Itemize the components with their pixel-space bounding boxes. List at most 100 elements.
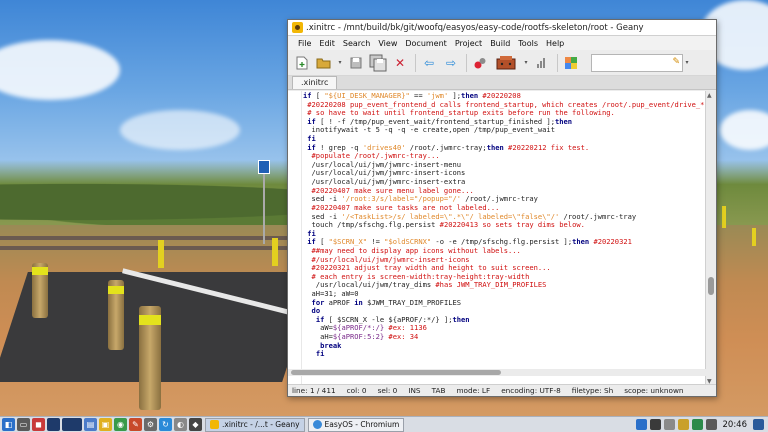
code-token: then (555, 117, 573, 126)
code-line[interactable]: aW=${aPROF/*:/} #ex: 1136 (303, 324, 707, 333)
code-line[interactable]: aH=31; aW=0 (303, 290, 707, 299)
forward-icon[interactable]: ⇨ (441, 53, 461, 73)
code-text[interactable]: if [ "${UI_DESK_MANAGER}" == 'jwm' ];the… (303, 92, 707, 359)
battery-icon[interactable] (691, 419, 703, 430)
scrollbar-thumb[interactable] (291, 370, 501, 375)
code-line[interactable]: #20220407 make sure tasks are not labele… (303, 204, 707, 213)
code-line[interactable]: # each entry is screen-width:tray-height… (303, 273, 707, 282)
save-icon[interactable] (346, 53, 366, 73)
toolbar-separator (415, 53, 416, 72)
keyboard-icon[interactable] (677, 419, 689, 430)
code-line[interactable]: if [ "$SCRN_X" != "$oldSCRNX" -o -e /tmp… (303, 238, 707, 247)
build-icon[interactable] (492, 53, 520, 73)
code-editor[interactable]: if [ "${UI_DESK_MANAGER}" == 'jwm' ];the… (288, 91, 707, 386)
compile-icon[interactable] (470, 53, 490, 73)
menu-file[interactable]: File (294, 39, 315, 48)
code-line[interactable]: /usr/local/ui/jwm/jwmrc-insert-extra (303, 178, 707, 187)
menu-project[interactable]: Project (451, 39, 486, 48)
code-token: #20220407 make sure menu label gone... (303, 186, 474, 195)
code-token: aH= (303, 333, 333, 342)
window-titlebar[interactable]: .xinitrc - /mnt/build/bk/git/woofq/easyo… (288, 20, 716, 36)
code-line[interactable]: if [ ! -f /tmp/pup_event_wait/frontend_s… (303, 118, 707, 127)
task-chromium[interactable]: EasyOS - Chromium (307, 417, 405, 432)
chevron-down-icon[interactable]: ▾ (336, 53, 344, 73)
code-line[interactable]: do (303, 307, 707, 316)
shutdown-icon[interactable] (753, 419, 764, 430)
file-manager-icon[interactable]: ▤ (84, 418, 97, 431)
code-line[interactable]: sed -i '/<TaskList>/s/ labeled=\".*\"/ l… (303, 213, 707, 222)
text-editor-icon[interactable]: ✎ (129, 418, 142, 431)
app-icon[interactable]: ◼ (32, 418, 45, 431)
close-icon[interactable]: ✕ (390, 53, 410, 73)
code-line[interactable]: /usr/local/ui/jwm/jwmrc-insert-menu (303, 161, 707, 170)
code-line[interactable]: fi (303, 350, 707, 359)
code-token: aW= (303, 324, 333, 333)
code-line[interactable]: #20220407 make sure menu label gone... (303, 187, 707, 196)
new-file-icon[interactable] (292, 53, 312, 73)
desktop-icon[interactable]: ▭ (17, 418, 30, 431)
code-line[interactable]: #20220208 pup_event_frontend_d calls fro… (303, 101, 707, 110)
task-geany[interactable]: .xinitrc - /...t - Geany (205, 417, 305, 432)
code-line[interactable]: #populate /root/.jwmrc-tray... (303, 152, 707, 161)
code-line[interactable]: if [ "${UI_DESK_MANAGER}" == 'jwm' ];the… (303, 92, 707, 101)
settings-icon[interactable]: ⚙ (144, 418, 157, 431)
code-line[interactable]: if ! grep -q 'drives40' /root/.jwmrc-tra… (303, 144, 707, 153)
fold-gutter[interactable] (288, 91, 302, 386)
save-all-icon[interactable] (368, 53, 388, 73)
search-input[interactable]: ✎ (591, 53, 683, 72)
desktop-1-icon[interactable] (47, 418, 60, 431)
open-file-icon[interactable] (314, 53, 334, 73)
monitor-icon[interactable] (649, 419, 661, 430)
back-icon[interactable]: ⇦ (419, 53, 439, 73)
tab-xinitrc[interactable]: .xinitrc (292, 76, 338, 89)
menu-document[interactable]: Document (401, 39, 450, 48)
chromium-task-icon (312, 420, 322, 429)
run-icon[interactable] (532, 53, 552, 73)
scroll-up-icon[interactable]: ▲ (707, 92, 712, 99)
menu-build[interactable]: Build (486, 39, 514, 48)
chevron-down-icon[interactable]: ▾ (683, 53, 691, 73)
code-line[interactable]: touch /tmp/sfschg.flg.persist #20220413 … (303, 221, 707, 230)
menu-view[interactable]: View (374, 39, 401, 48)
code-line[interactable]: break (303, 342, 707, 351)
code-line[interactable]: # so have to wait until frontend_startup… (303, 109, 707, 118)
menu-edit[interactable]: Edit (315, 39, 339, 48)
scrollbar-thumb[interactable] (708, 277, 714, 295)
code-line[interactable]: /usr/local/ui/jwm/jwmrc-insert-icons (303, 169, 707, 178)
menu-icon[interactable]: ◧ (2, 418, 15, 431)
volume-icon[interactable] (705, 419, 717, 430)
update-icon[interactable]: ↻ (159, 418, 172, 431)
clear-icon[interactable]: ✎ (672, 57, 680, 67)
app-icon[interactable]: ◐ (174, 418, 187, 431)
menu-help[interactable]: Help (542, 39, 568, 48)
code-line[interactable]: #20220321 adjust tray width and height t… (303, 264, 707, 273)
code-line[interactable]: aH=${aPROF:5:2} #ex: 34 (303, 333, 707, 342)
code-token: do (311, 307, 321, 316)
document-tabs: .xinitrc (288, 76, 716, 90)
network-icon[interactable] (635, 419, 647, 430)
color-chooser-icon[interactable] (561, 53, 581, 73)
horizontal-scrollbar[interactable] (288, 369, 707, 376)
menu-search[interactable]: Search (339, 39, 374, 48)
code-line[interactable]: fi (303, 135, 707, 144)
window-title: .xinitrc - /mnt/build/bk/git/woofq/easyo… (306, 22, 644, 33)
vertical-scrollbar[interactable]: ▲ ▼ (705, 91, 716, 386)
browser-icon[interactable]: ◉ (114, 418, 127, 431)
code-token: 'jwm' (426, 92, 449, 100)
code-line[interactable]: inotifywait -t 5 -q -q -e create,open /t… (303, 126, 707, 135)
terminal-icon[interactable]: ▣ (99, 418, 112, 431)
code-line[interactable]: for aPROF in $JWM_TRAY_DIM_PROFILES (303, 299, 707, 308)
chevron-down-icon[interactable]: ▾ (522, 53, 530, 73)
code-line[interactable]: if [ $SCRN_X -le ${aPROF/:*/} ];then (303, 316, 707, 325)
status-mode: mode: LF (456, 386, 491, 395)
desktop-2-icon[interactable] (62, 418, 82, 431)
code-line[interactable]: /usr/local/ui/jwm/tray_dims #has JWM_TRA… (303, 281, 707, 290)
code-line[interactable]: fi (303, 230, 707, 239)
code-line[interactable]: #/usr/local/ui/jwm/jwmrc-insert-icons (303, 256, 707, 265)
app-icon[interactable]: ◆ (189, 418, 202, 431)
clock[interactable]: 20:46 (723, 420, 748, 430)
storage-icon[interactable] (663, 419, 675, 430)
menu-tools[interactable]: Tools (514, 39, 542, 48)
code-line[interactable]: ##may need to display app icons without … (303, 247, 707, 256)
code-line[interactable]: sed -i '/root:3/s/label="/popup="/' /roo… (303, 195, 707, 204)
